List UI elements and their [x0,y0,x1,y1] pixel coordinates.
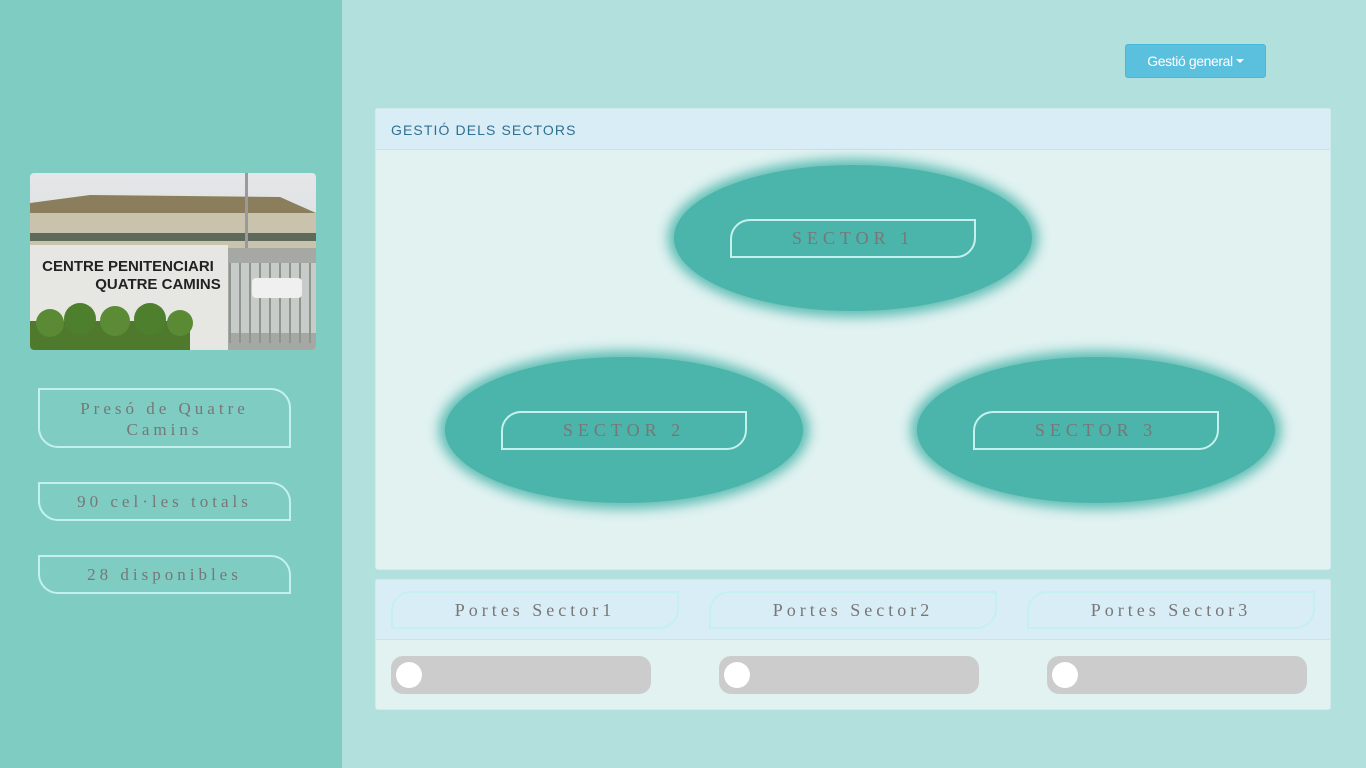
dropdown-label: Gestió general [1147,53,1233,69]
doors-sector2-toggle[interactable] [719,656,979,694]
prison-photo: CENTRE PENITENCIARI QUATRE CAMINS [30,173,316,350]
prison-name-badge: Presó de Quatre Camins [38,388,291,448]
sidebar: CENTRE PENITENCIARI QUATRE CAMINS Presó … [0,0,342,768]
sector-1-button[interactable]: SECTOR 1 [730,219,976,258]
general-management-dropdown[interactable]: Gestió general [1125,44,1266,78]
available-cells-label: 28 disponibles [87,565,242,584]
prison-name-label: Presó de Quatre Camins [80,399,249,439]
doors-sector1-toggle[interactable] [391,656,651,694]
toggle-knob [1052,662,1078,688]
doors-panel: Portes Sector1 Portes Sector2 Portes Sec… [375,579,1331,710]
photo-sign-line1: CENTRE PENITENCIARI [42,258,214,275]
sector-2-ellipse[interactable]: SECTOR 2 [445,357,803,503]
main-content: Gestió general GESTIÓ DELS SECTORS SECTO… [342,0,1366,768]
doors-panel-heading: Portes Sector1 Portes Sector2 Portes Sec… [376,580,1330,640]
sector-1-ellipse[interactable]: SECTOR 1 [674,165,1032,311]
photo-sign-line2: QUATRE CAMINS [95,276,221,293]
doors-sector1-title: Portes Sector1 [391,591,679,629]
caret-down-icon [1235,59,1244,63]
sector-3-button[interactable]: SECTOR 3 [973,411,1219,450]
sectors-panel-title: GESTIÓ DELS SECTORS [376,109,1330,150]
total-cells-badge: 90 cel·les totals [38,482,291,521]
toggle-knob [396,662,422,688]
sectors-panel: GESTIÓ DELS SECTORS SECTOR 1 SECTOR 2 SE… [375,108,1331,570]
sector-2-button[interactable]: SECTOR 2 [501,411,747,450]
doors-sector3-toggle[interactable] [1047,656,1307,694]
doors-sector3-title: Portes Sector3 [1027,591,1315,629]
toggle-knob [724,662,750,688]
available-cells-badge: 28 disponibles [38,555,291,594]
doors-sector2-title: Portes Sector2 [709,591,997,629]
total-cells-label: 90 cel·les totals [77,492,252,511]
sector-3-ellipse[interactable]: SECTOR 3 [917,357,1275,503]
